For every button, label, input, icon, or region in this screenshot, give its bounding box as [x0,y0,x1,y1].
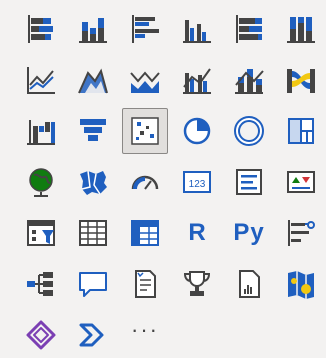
card-value-text: 123 [189,179,206,190]
line-stacked-column-chart-icon [235,69,264,94]
filled-map-button[interactable] [70,159,116,205]
funnel-chart-button[interactable] [70,108,116,154]
table-button[interactable] [70,210,116,256]
power-apps-icon [26,320,56,350]
goals-button[interactable] [174,261,220,307]
key-influencers-button[interactable] [278,210,324,256]
line-chart-button[interactable] [18,57,64,103]
card-button[interactable]: 123 [174,159,220,205]
100-stacked-column-chart-icon [287,17,315,43]
area-chart-button[interactable] [70,57,116,103]
ribbon-chart-button[interactable] [278,57,324,103]
line-clustered-column-chart-icon [183,68,211,94]
python-visual-icon: Py [233,219,265,246]
waterfall-chart-button[interactable] [18,108,64,154]
stacked-area-chart-icon [130,71,160,93]
pie-chart-button[interactable] [174,108,220,154]
gauge-button[interactable] [122,159,168,205]
line-clustered-column-chart-button[interactable] [174,57,220,103]
treemap-icon [288,118,314,144]
power-automate-button[interactable] [70,312,116,358]
power-apps-button[interactable] [18,312,64,358]
paginated-report-icon [239,270,260,298]
r-script-visual-button[interactable]: R [174,210,220,256]
filled-map-icon [80,170,107,195]
100-stacked-bar-chart-icon [236,15,262,43]
smart-narrative-icon [135,270,156,298]
line-stacked-column-chart-button[interactable] [226,57,272,103]
matrix-icon [131,220,159,246]
smart-narrative-button[interactable] [122,261,168,307]
multi-row-card-icon [236,169,262,195]
decomposition-tree-icon [27,272,53,296]
multi-row-card-button[interactable] [226,159,272,205]
100-stacked-bar-chart-button[interactable] [226,6,272,52]
decomposition-tree-button[interactable] [18,261,64,307]
paginated-report-button[interactable] [226,261,272,307]
slicer-button[interactable] [18,210,64,256]
stacked-bar-chart-icon [28,15,53,43]
more-visuals-icon: ··· [131,317,159,342]
kpi-button[interactable] [278,159,324,205]
treemap-button[interactable] [278,108,324,154]
clustered-column-chart-button[interactable] [174,6,220,52]
r-script-visual-icon: R [188,219,206,246]
pie-chart-icon [183,117,211,145]
q-and-a-icon [79,272,107,297]
visualizations-pane: 123 R Py ··· [0,0,326,358]
clustered-bar-chart-icon [132,15,159,43]
goals-icon [183,271,211,296]
line-chart-icon [27,67,55,94]
scatter-chart-icon [131,117,159,145]
map-button[interactable] [18,159,64,205]
key-influencers-icon [288,220,315,246]
donut-chart-button[interactable] [226,108,272,154]
arcgis-map-icon [288,271,314,299]
power-automate-icon [79,323,104,347]
more-visuals-button[interactable]: ··· [122,312,168,358]
stacked-area-chart-button[interactable] [122,57,168,103]
python-visual-button[interactable]: Py [226,210,272,256]
arcgis-map-button[interactable] [278,261,324,307]
card-icon: 123 [183,171,211,193]
waterfall-chart-icon [27,120,55,145]
map-icon [29,168,53,197]
stacked-bar-chart-button[interactable] [18,6,64,52]
donut-chart-icon [234,116,264,146]
visuals-gallery: 123 R Py ··· [18,6,324,358]
100-stacked-column-chart-button[interactable] [278,6,324,52]
funnel-chart-icon [80,119,106,141]
clustered-column-chart-icon [183,20,211,43]
matrix-button[interactable] [122,210,168,256]
stacked-column-chart-icon [79,18,107,43]
clustered-bar-chart-button[interactable] [122,6,168,52]
stacked-column-chart-button[interactable] [70,6,116,52]
ribbon-chart-icon [287,69,315,93]
table-icon [79,220,107,246]
q-and-a-button[interactable] [70,261,116,307]
slicer-icon [27,220,55,246]
scatter-chart-button[interactable] [122,108,168,154]
area-chart-icon [78,68,108,94]
kpi-icon [287,171,315,193]
gauge-icon [131,175,159,190]
